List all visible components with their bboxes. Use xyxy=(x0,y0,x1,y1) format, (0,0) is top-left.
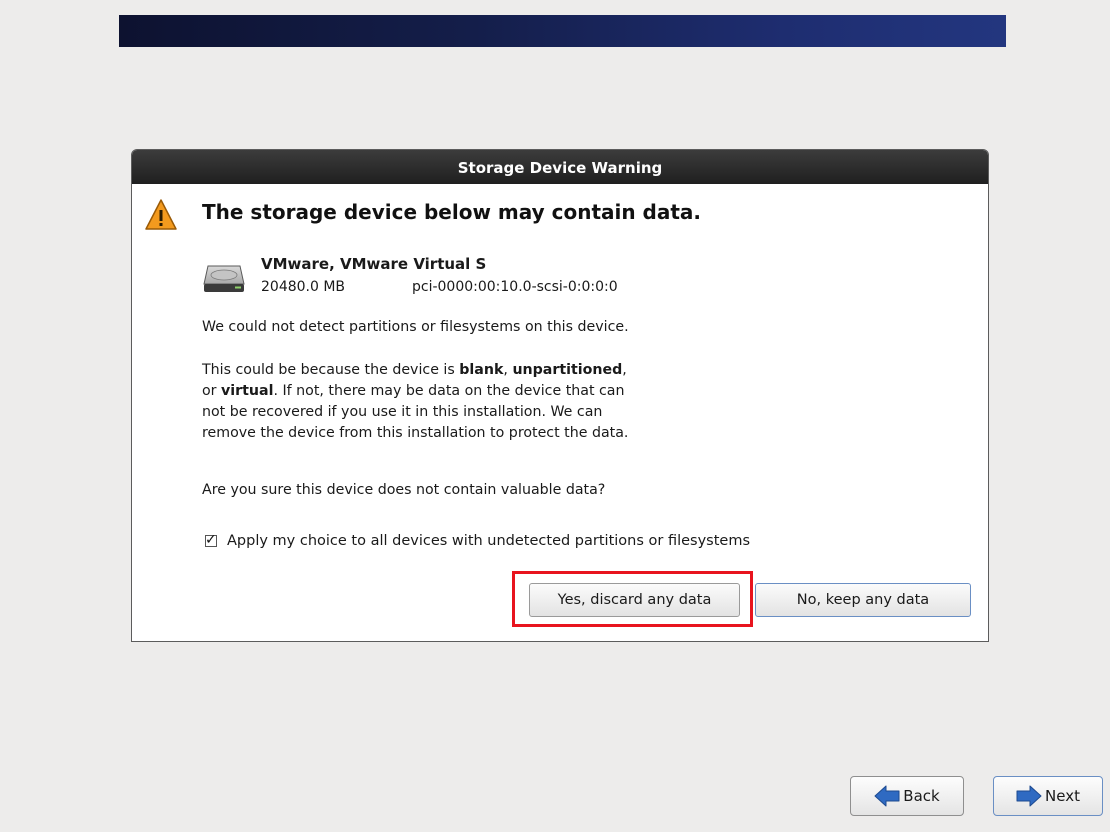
warning-icon xyxy=(145,199,177,230)
dialog-title: Storage Device Warning xyxy=(132,150,988,184)
next-label: Next xyxy=(1045,787,1080,805)
arrow-right-icon xyxy=(1016,785,1042,807)
next-button[interactable]: Next xyxy=(993,776,1103,816)
explanation-line-2: or virtual. If not, there may be data on… xyxy=(202,383,625,399)
discard-data-button[interactable]: Yes, discard any data xyxy=(529,583,740,617)
back-button[interactable]: Back xyxy=(850,776,964,816)
apply-all-label[interactable]: Apply my choice to all devices with unde… xyxy=(227,533,750,549)
unpartitioned-emphasis: unpartitioned xyxy=(512,362,623,378)
blank-emphasis: blank xyxy=(459,362,504,378)
storage-warning-dialog: Storage Device Warning The storage devic… xyxy=(131,149,989,642)
hard-disk-icon xyxy=(203,265,245,292)
device-name: VMware, VMware Virtual S xyxy=(261,255,487,273)
virtual-emphasis: virtual xyxy=(221,383,274,399)
apply-all-checkbox[interactable]: ✓ xyxy=(205,532,217,548)
back-label: Back xyxy=(903,787,940,805)
arrow-left-icon xyxy=(874,785,900,807)
explanation-line-4: remove the device from this installation… xyxy=(202,425,629,441)
no-partitions-text: We could not detect partitions or filesy… xyxy=(202,319,629,335)
explanation-paragraph: This could be because the device is blan… xyxy=(202,360,628,444)
explanation-line-3: not be recovered if you use it in this i… xyxy=(202,404,603,420)
top-banner xyxy=(119,15,1006,47)
device-size: 20480.0 MB xyxy=(261,279,346,295)
installer-page: Storage Device Warning The storage devic… xyxy=(0,0,1110,832)
apply-all-row[interactable]: ✓ Apply my choice to all devices with un… xyxy=(205,532,750,549)
device-path: pci-0000:00:10.0-scsi-0:0:0:0 xyxy=(412,279,618,295)
explanation-line-1: This could be because the device is blan… xyxy=(202,362,627,378)
checkmark-icon: ✓ xyxy=(205,532,217,548)
confirmation-question: Are you sure this device does not contai… xyxy=(202,482,606,498)
keep-data-button[interactable]: No, keep any data xyxy=(755,583,971,617)
warning-heading: The storage device below may contain dat… xyxy=(202,200,702,224)
